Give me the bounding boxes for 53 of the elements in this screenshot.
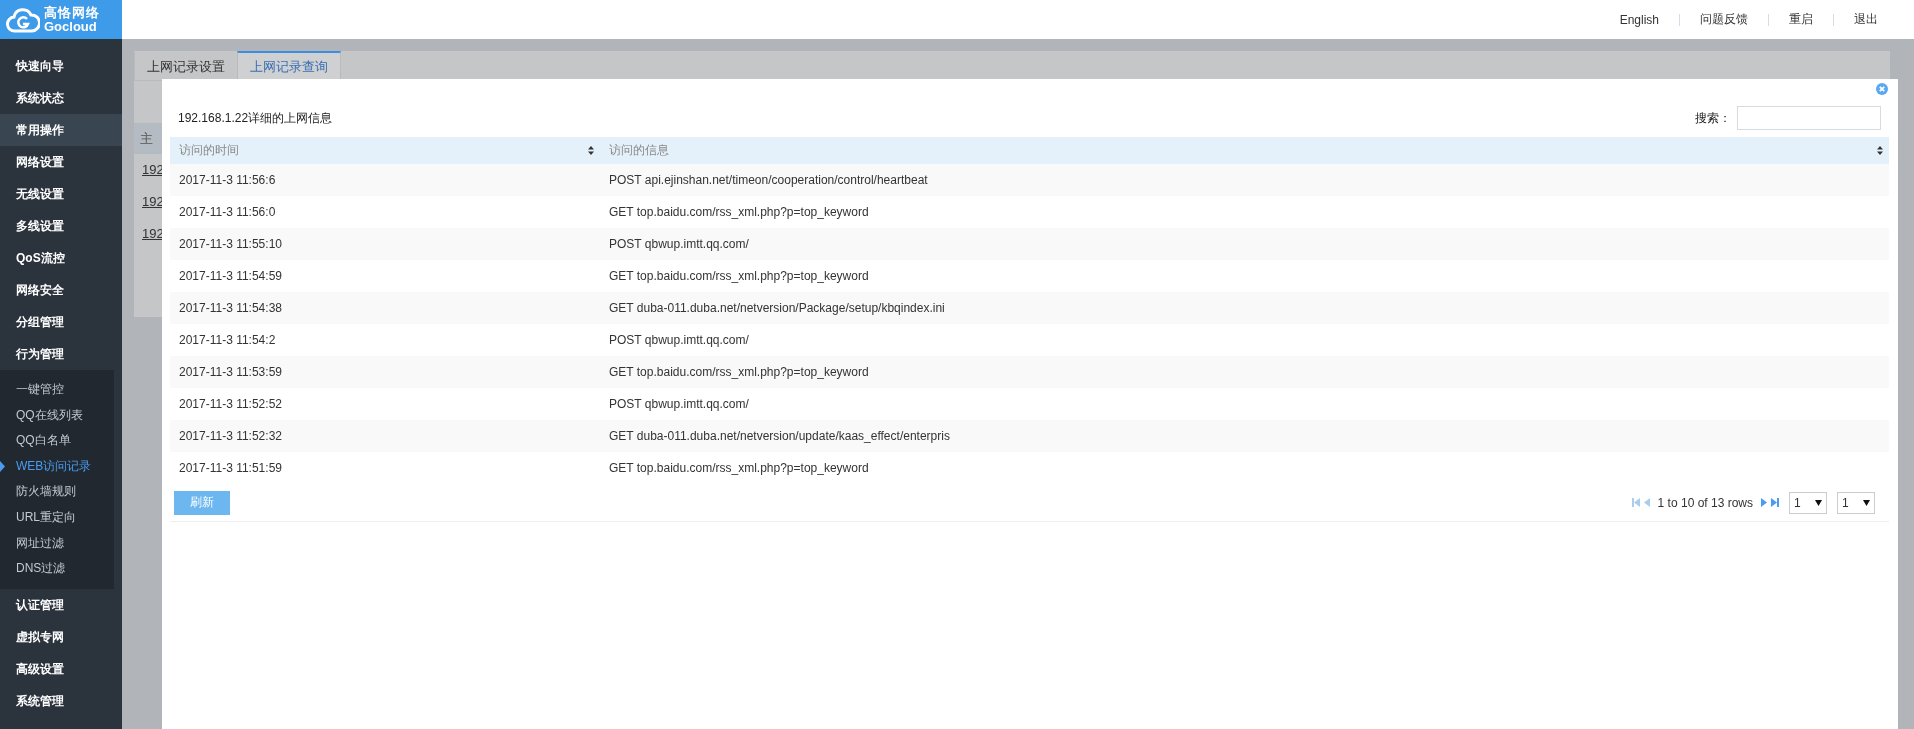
table-cell-text: 2017-11-3 11:56:0 <box>178 204 277 221</box>
tab[interactable]: 上网记录查询 <box>237 51 341 80</box>
submenu-item[interactable]: URL重定向 <box>0 504 114 531</box>
search-label: 搜索： <box>1695 109 1731 127</box>
submenu-item[interactable]: WEB访问记录 <box>0 453 114 480</box>
caret-icon <box>1815 499 1822 506</box>
sort-icon[interactable] <box>1877 146 1883 155</box>
table-cell-text: GET top.baidu.com/rss_xml.php?p=top_keyword <box>608 204 870 221</box>
header-link[interactable]: 重启 <box>1769 11 1833 28</box>
table-cell-text: POST qbwup.imtt.qq.com/ <box>608 396 750 413</box>
submenu-item[interactable]: QQ白名单 <box>0 428 114 454</box>
search-field[interactable] <box>1737 106 1881 130</box>
table-cell-text: 2017-11-3 11:51:59 <box>178 460 283 477</box>
table-cell-text: 2017-11-3 11:54:59 <box>178 268 283 285</box>
table-cell-text: POST api.ejinshan.net/timeon/cooperation/control/heartbeat <box>608 172 929 189</box>
submenu-item[interactable]: 一键管控 <box>0 377 114 403</box>
dialog-title: 192.168.1.22详细的上网信息 <box>178 109 333 127</box>
table-cell-text: 2017-11-3 11:52:52 <box>178 396 283 413</box>
cloud-icon <box>6 6 40 33</box>
logo-name: 高恪网络 <box>44 5 100 20</box>
previous-page-icon[interactable] <box>1643 498 1650 507</box>
sidebar-item[interactable]: 常用操作 <box>0 114 122 146</box>
header-link[interactable]: English <box>1599 12 1679 27</box>
table-cell-text: 2017-11-3 11:53:59 <box>178 364 283 381</box>
submenu-item[interactable]: 网址过滤 <box>0 530 114 557</box>
active-marker-icon <box>0 460 5 472</box>
page-size-select[interactable]: 1 <box>1789 491 1827 514</box>
page-select[interactable]: 1 <box>1837 491 1875 514</box>
header-link[interactable]: 退出 <box>1834 11 1898 28</box>
table-cell-text: POST qbwup.imtt.qq.com/ <box>608 236 750 253</box>
close-icon[interactable] <box>1876 83 1888 95</box>
table-cell-text: GET top.baidu.com/rss_xml.php?p=top_keyword <box>608 364 870 381</box>
table-cell-text: POST qbwup.imtt.qq.com/ <box>608 332 750 349</box>
submenu-item[interactable]: 防火墙规则 <box>0 479 114 505</box>
table-cell-text: 2017-11-3 11:55:10 <box>178 236 283 253</box>
submenu-item[interactable]: QQ在线列表 <box>0 402 114 429</box>
table-cell-text: 2017-11-3 11:54:38 <box>178 300 283 317</box>
table-cell-text: GET top.baidu.com/rss_xml.php?p=top_keyword <box>608 268 870 285</box>
submenu-item[interactable]: DNS过滤 <box>0 556 114 582</box>
table-cell-text: GET top.baidu.com/rss_xml.php?p=top_keyword <box>608 460 870 477</box>
pagination-summary: 1 to 10 of 13 rows <box>1657 495 1753 510</box>
table-cell-text: 2017-11-3 11:56:6 <box>178 172 277 189</box>
next-page-icon[interactable] <box>1761 498 1767 507</box>
caret-icon <box>1863 499 1870 506</box>
sort-icon[interactable] <box>588 146 594 155</box>
last-page-icon[interactable] <box>1771 498 1779 507</box>
first-page-icon[interactable] <box>1631 498 1640 507</box>
table-cell-text: 2017-11-3 11:54:2 <box>178 332 277 349</box>
table-cell-text: 2017-11-3 11:52:32 <box>178 428 283 445</box>
table-cell-text: GET duba-011.duba.net/netversion/update/kaas_effect/enterpris <box>608 428 951 445</box>
logo-wordmark: Gocloud <box>44 19 97 34</box>
header-link[interactable]: 问题反馈 <box>1680 11 1768 28</box>
table-cell-text: GET duba-011.duba.net/netversion/Package/setup/kbqindex.ini <box>608 300 946 317</box>
